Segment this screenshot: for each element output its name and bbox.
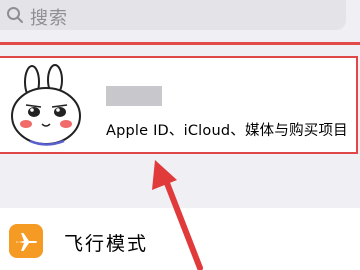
settings-row-airplane-mode[interactable]: 飞行模式 [0,208,360,270]
airplane-mode-label: 飞行模式 [64,233,149,255]
apple-id-profile-card[interactable]: Apple ID、iCloud、媒体与购买项目 [0,56,358,154]
profile-subtitle: Apple ID、iCloud、媒体与购买项目 [106,123,348,139]
annotation-highlight-line [0,42,360,45]
search-placeholder: 搜索 [30,8,68,29]
section-gap [0,154,360,200]
search-field[interactable]: 搜索 [0,0,346,30]
airplane-icon [16,233,37,251]
airplane-icon-tile [9,224,43,258]
avatar [11,64,81,146]
search-bar: 搜索 [0,0,360,34]
name-redacted [106,86,162,106]
search-icon [7,7,23,23]
settings-screen: 搜索 Apple ID、iCloud、媒体与购买项目 飞行模式 [0,0,360,270]
